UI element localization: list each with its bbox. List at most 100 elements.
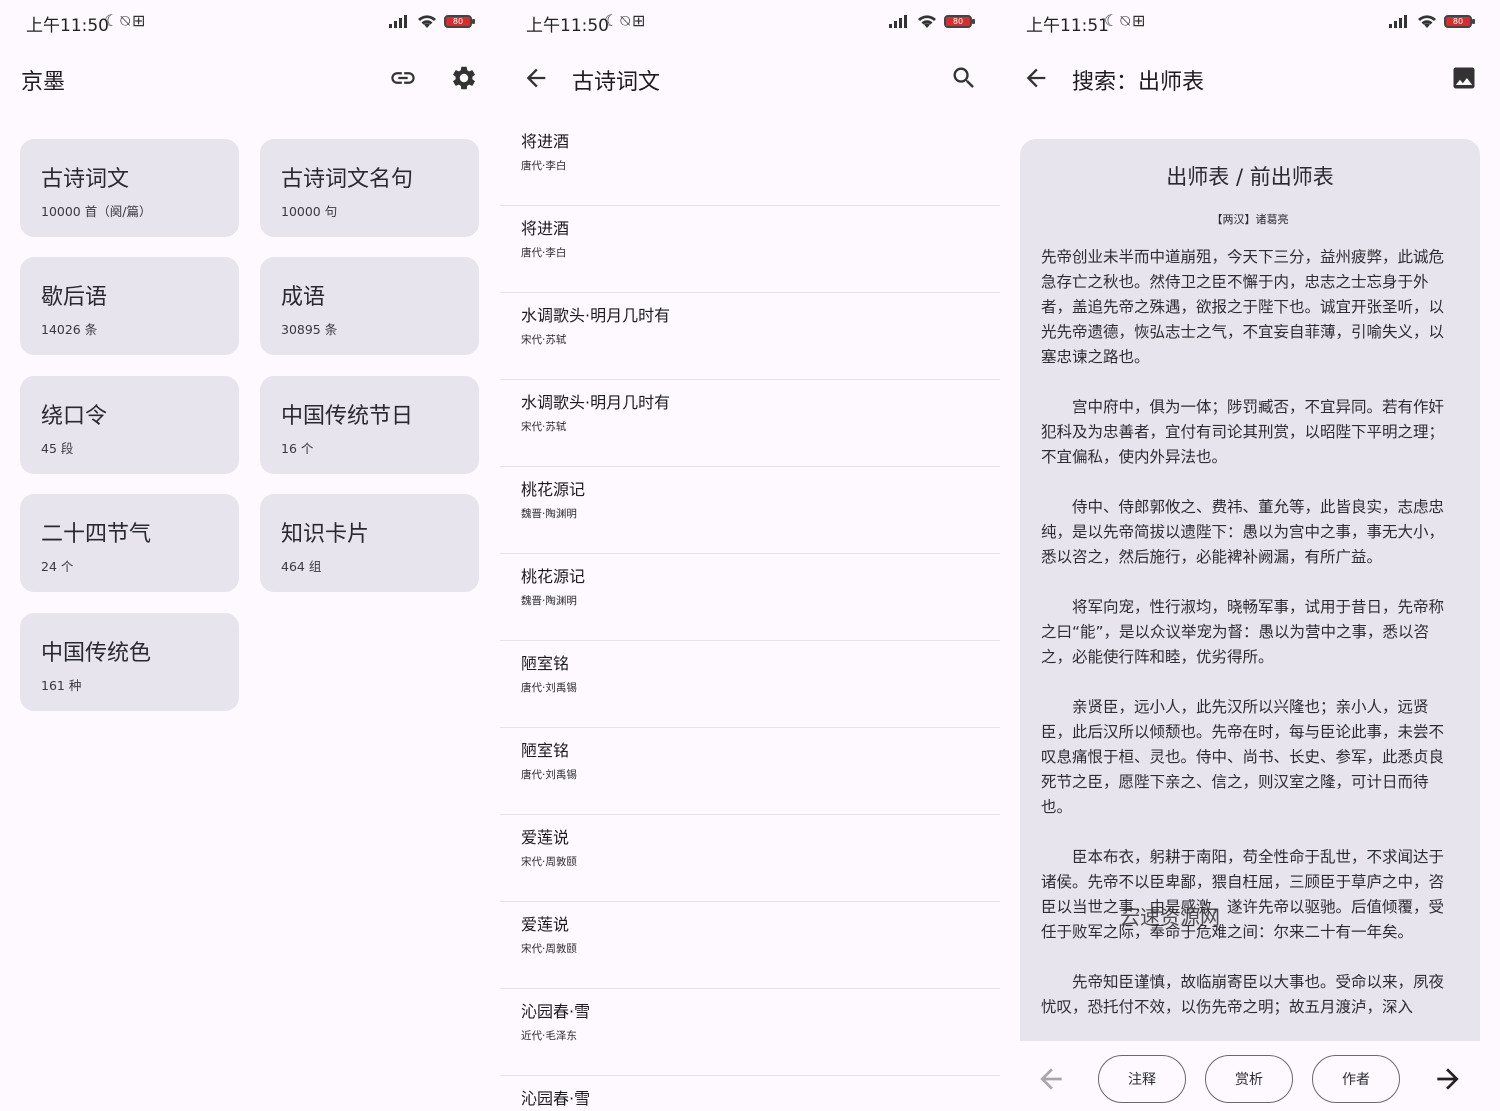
- image-button[interactable]: [1446, 60, 1482, 96]
- card-count: 10000 句: [281, 204, 338, 219]
- poem-author: 近代·毛泽东: [521, 1030, 577, 1042]
- link-icon: [391, 72, 415, 84]
- card-title: 中国传统色: [41, 641, 152, 666]
- card-title: 古诗词文: [41, 167, 130, 192]
- category-card[interactable]: 二十四节气 24 个: [20, 494, 239, 592]
- category-card[interactable]: 古诗词文名句 10000 句: [260, 139, 479, 237]
- next-button[interactable]: [1432, 1063, 1464, 1095]
- list-item[interactable]: 爱莲说 宋代·周敦颐: [500, 902, 1000, 989]
- status-icons: ☾⍉⊞: [604, 11, 648, 30]
- poem-author: 魏晋·陶渊明: [521, 508, 577, 520]
- page-title: 搜索：出师表: [1072, 70, 1205, 95]
- poem-author: 唐代·李白: [521, 247, 567, 259]
- card-title: 古诗词文名句: [281, 167, 414, 192]
- search-icon: [953, 67, 974, 88]
- back-button[interactable]: [518, 60, 554, 96]
- card-title: 成语: [281, 285, 326, 310]
- poem-author: 宋代·周敦颐: [521, 856, 577, 868]
- back-button[interactable]: [1018, 60, 1054, 96]
- category-card[interactable]: 歇后语 14026 条: [20, 257, 239, 355]
- app-bar: 古诗词文: [500, 52, 1000, 104]
- category-card[interactable]: 成语 30895 条: [260, 257, 479, 355]
- link-button[interactable]: [385, 60, 421, 96]
- notes-button[interactable]: 注释: [1098, 1055, 1186, 1103]
- watermark: 云速资源网: [1120, 905, 1220, 929]
- battery-icon: 80: [444, 15, 475, 28]
- poem-title: 爱莲说: [521, 828, 570, 847]
- list-item[interactable]: 陋室铭 唐代·刘禹锡: [500, 728, 1000, 815]
- card-title: 中国传统节日: [281, 404, 414, 429]
- card-count: 30895 条: [281, 322, 338, 337]
- list-item[interactable]: 沁园春·雪 近代·毛泽东: [500, 989, 1000, 1076]
- card-count: 464 组: [281, 559, 322, 574]
- bottom-action-bar: 注释 赏析 作者: [1000, 1041, 1500, 1111]
- battery-icon: 80: [1444, 15, 1475, 28]
- status-time: 上午11:50: [526, 16, 609, 36]
- list-item[interactable]: 水调歌头·明月几时有 宋代·苏轼: [500, 380, 1000, 467]
- status-time: 上午11:51: [1026, 16, 1109, 36]
- poem-author: 宋代·苏轼: [521, 421, 567, 433]
- poem-author: 宋代·周敦颐: [521, 943, 577, 955]
- poem-title: 爱莲说: [521, 915, 570, 934]
- card-count: 16 个: [281, 441, 314, 456]
- app-bar: 搜索：出师表: [1000, 52, 1500, 104]
- poem-paragraph: 将军向宠，性行淑均，晓畅军事，试用于昔日，先帝称之曰“能”，是以众议举宠为督：愚…: [1041, 598, 1445, 666]
- status-bar: 上午11:50 ☾⍉⊞ 80: [0, 0, 500, 44]
- card-title: 绕口令: [41, 404, 108, 429]
- signal-icon: [889, 15, 907, 28]
- card-title: 歇后语: [41, 285, 108, 310]
- card-count: 14026 条: [41, 322, 98, 337]
- search-button[interactable]: [946, 60, 982, 96]
- category-card[interactable]: 古诗词文 10000 首（阕/篇）: [20, 139, 239, 237]
- signal-icon: [389, 15, 407, 28]
- poem-paragraph: 宫中府中，俱为一体；陟罚臧否，不宜异同。若有作奸犯科及为忠善者，宜付有司论其刑赏…: [1041, 398, 1445, 466]
- list-item[interactable]: 将进酒 唐代·李白: [500, 119, 1000, 206]
- category-card[interactable]: 中国传统节日 16 个: [260, 376, 479, 474]
- card-title: 二十四节气: [41, 522, 152, 547]
- signal-icon: [1389, 15, 1407, 28]
- card-count: 161 种: [41, 678, 82, 693]
- arrow-back-icon: [1026, 68, 1046, 88]
- arrow-right-icon: [1437, 1068, 1459, 1090]
- card-title: 知识卡片: [281, 522, 370, 547]
- settings-button[interactable]: [446, 60, 482, 96]
- poem-title: 桃花源记: [521, 567, 586, 586]
- category-card[interactable]: 知识卡片 464 组: [260, 494, 479, 592]
- app-title: 京墨: [21, 70, 66, 95]
- list-item[interactable]: 陋室铭 唐代·刘禹锡: [500, 641, 1000, 728]
- poem-detail-screen: 上午11:51 ☾⍉⊞ 80 搜索：出师表 出师表 / 前出师表 【两汉】诸葛亮…: [1000, 0, 1500, 1111]
- analysis-button[interactable]: 赏析: [1205, 1055, 1293, 1103]
- poem-paragraph: 先帝创业未半而中道崩殂，今天下三分，益州疲弊，此诚危急存亡之秋也。然侍卫之臣不懈…: [1041, 248, 1445, 366]
- poem-paragraph: 臣本布衣，躬耕于南阳，苟全性命于乱世，不求闻达于诸侯。先帝不以臣卑鄙，猥自枉屈，…: [1041, 848, 1445, 941]
- poem-title: 陋室铭: [521, 741, 570, 760]
- status-time: 上午11:50: [26, 16, 109, 36]
- wifi-icon: [1418, 15, 1436, 28]
- card-count: 24 个: [41, 559, 74, 574]
- arrow-back-icon: [526, 68, 546, 88]
- list-item[interactable]: 桃花源记 魏晋·陶渊明: [500, 554, 1000, 641]
- list-item[interactable]: 桃花源记 魏晋·陶渊明: [500, 467, 1000, 554]
- previous-button[interactable]: [1035, 1063, 1067, 1095]
- category-card[interactable]: 绕口令 45 段: [20, 376, 239, 474]
- poem-paragraph: 先帝知臣谨慎，故临崩寄臣以大事也。受命以来，夙夜忧叹，恐托付不效，以伤先帝之明；…: [1041, 973, 1445, 1016]
- poem-author: 唐代·刘禹锡: [521, 682, 577, 694]
- list-item[interactable]: 水调歌头·明月几时有 宋代·苏轼: [500, 293, 1000, 380]
- list-item[interactable]: 将进酒 唐代·李白: [500, 206, 1000, 293]
- status-icons: ☾⍉⊞: [1104, 11, 1148, 30]
- poem-author: 唐代·刘禹锡: [521, 769, 577, 781]
- wifi-icon: [918, 15, 936, 28]
- status-bar: 上午11:50 ☾⍉⊞ 80: [500, 0, 1000, 44]
- list-item[interactable]: 沁园春·雪: [500, 1076, 1000, 1111]
- poem-list-screen: 上午11:50 ☾⍉⊞ 80 古诗词文 将进酒 唐代·李白 将进酒 唐代·李白 …: [500, 0, 1000, 1111]
- poem-title: 出师表 / 前出师表: [1166, 165, 1334, 189]
- page-title: 古诗词文: [572, 70, 661, 95]
- battery-level: 80: [1452, 17, 1464, 26]
- poem-author: 宋代·苏轼: [521, 334, 567, 346]
- list-item[interactable]: 爱莲说 宋代·周敦颐: [500, 815, 1000, 902]
- gear-icon: [453, 66, 475, 90]
- author-button[interactable]: 作者: [1312, 1055, 1400, 1103]
- poem-title: 桃花源记: [521, 480, 586, 499]
- category-card[interactable]: 中国传统色 161 种: [20, 613, 239, 711]
- arrow-left-icon: [1040, 1068, 1062, 1090]
- wifi-icon: [418, 15, 436, 28]
